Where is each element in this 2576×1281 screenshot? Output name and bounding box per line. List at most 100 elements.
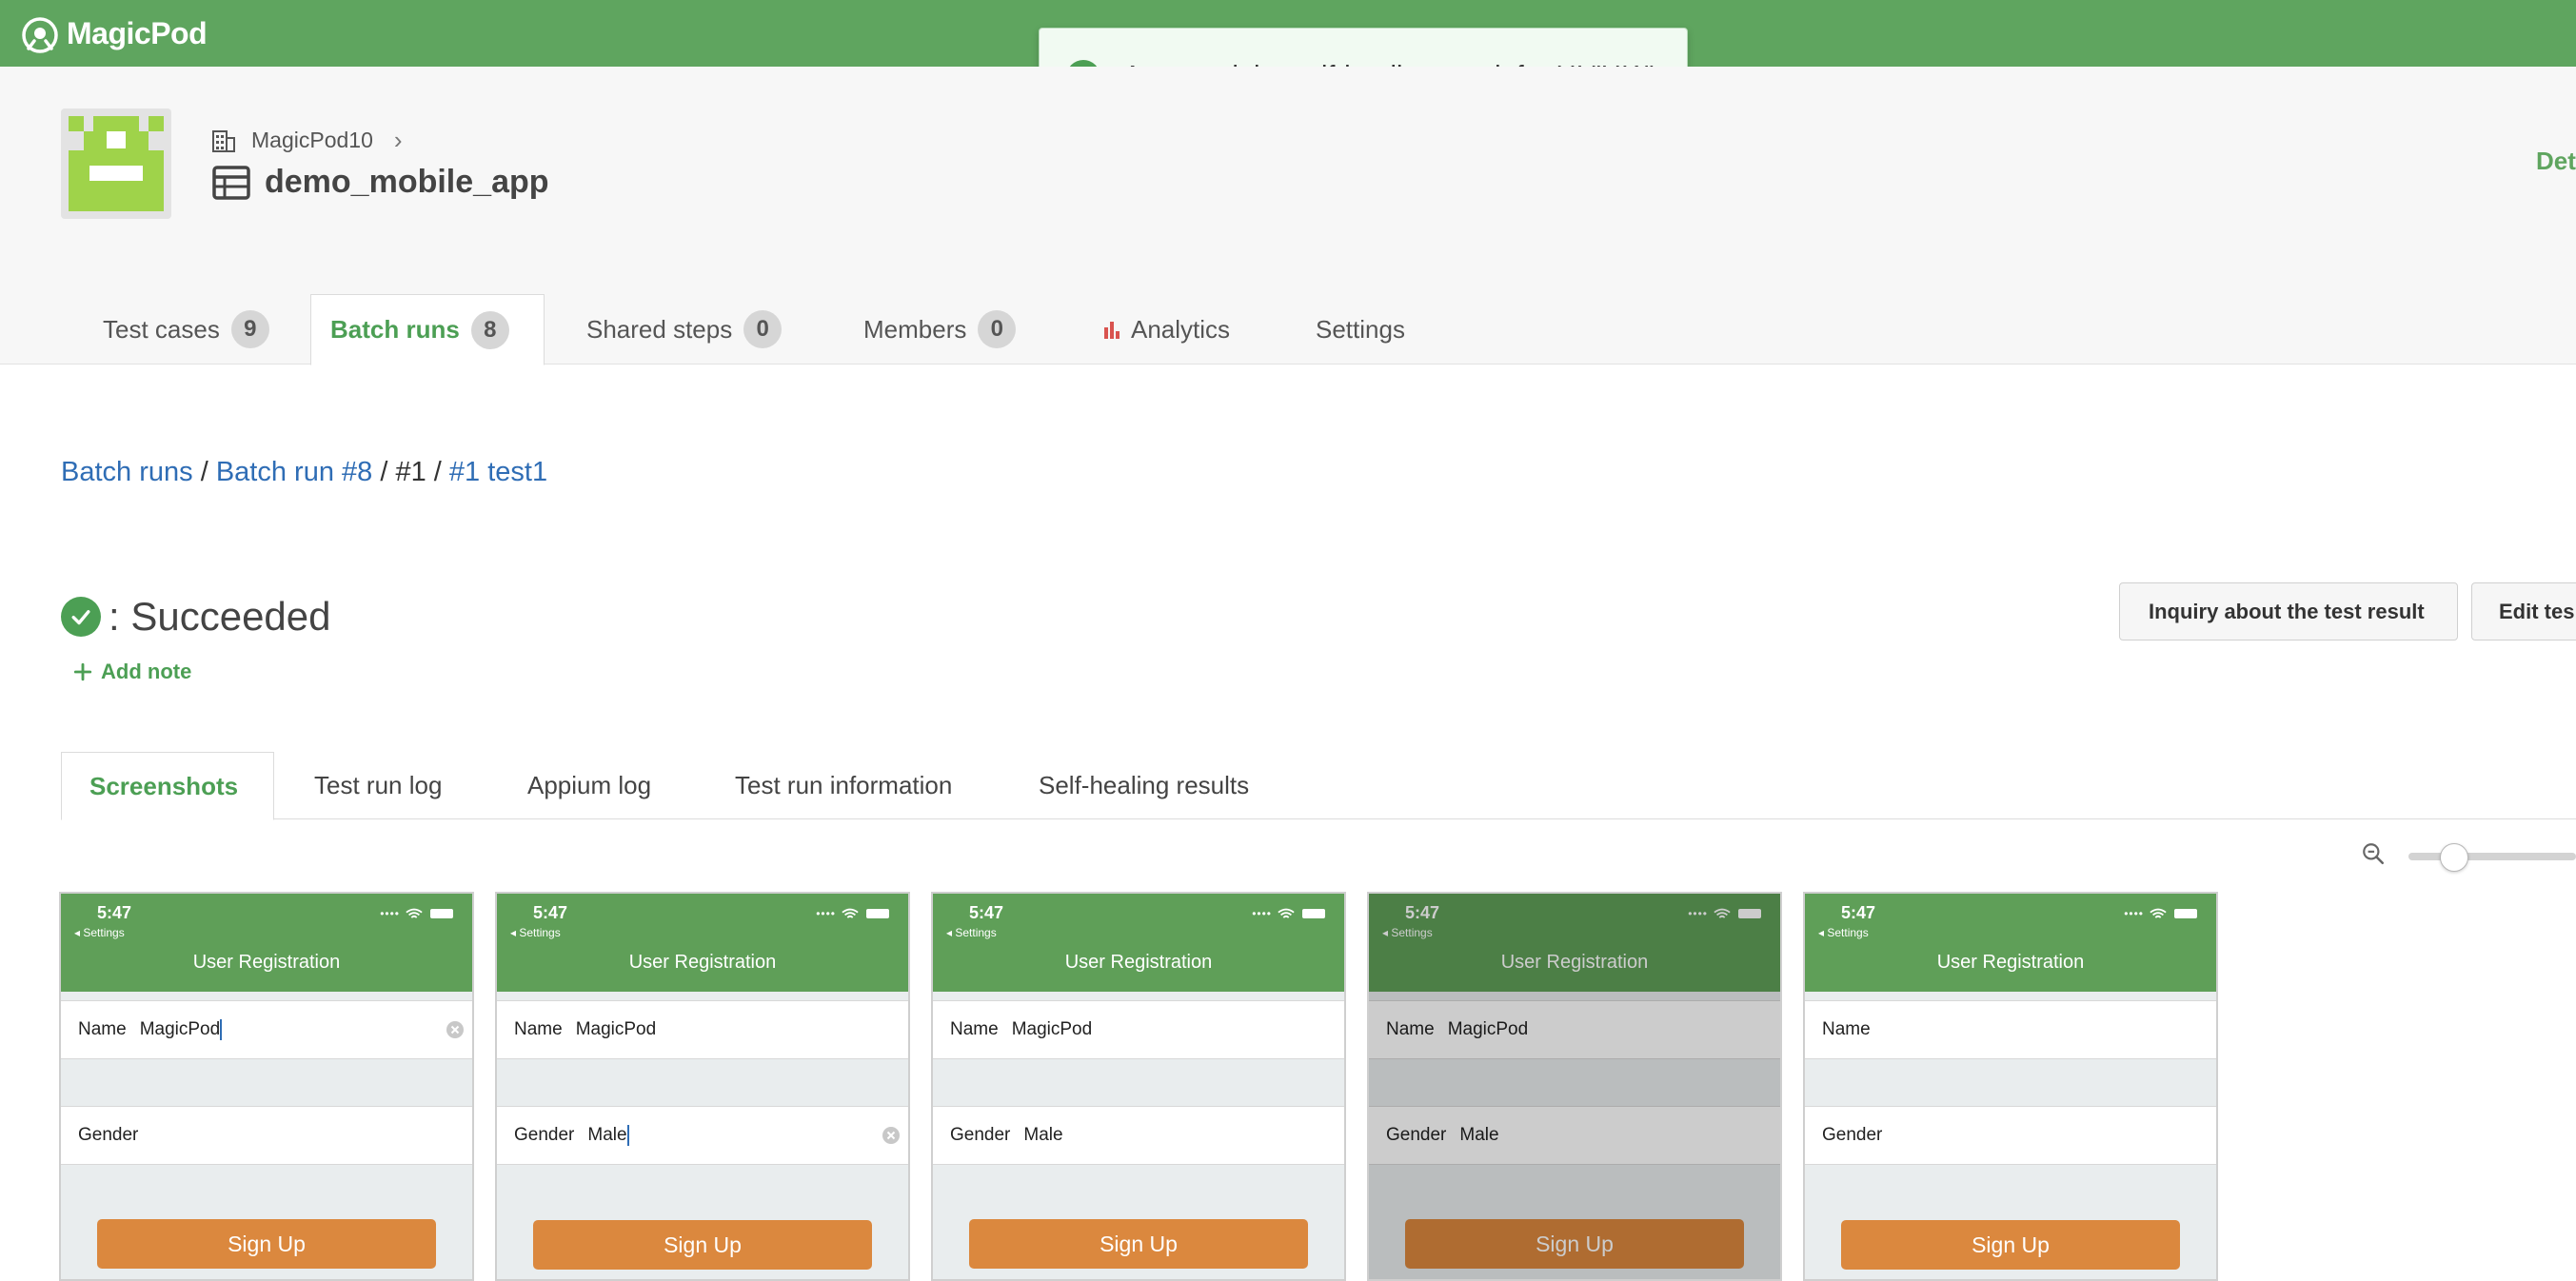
edit-test-button[interactable]: Edit tes bbox=[2471, 582, 2576, 640]
signal-icon: •••• bbox=[2124, 907, 2144, 920]
tab-label: Batch runs bbox=[330, 315, 460, 344]
breadcrumb-batch-runs[interactable]: Batch runs bbox=[61, 457, 193, 487]
add-note-label: Add note bbox=[101, 660, 192, 683]
tab-settings[interactable]: Settings bbox=[1297, 295, 1405, 364]
phone-nav-bar: 5:47 ◂ Settings •••• User Registration bbox=[933, 894, 1344, 992]
dimmed-overlay bbox=[1369, 894, 1780, 1279]
phone-screen-title: User Registration bbox=[1936, 952, 2085, 973]
tab-test-cases[interactable]: Test cases 9 bbox=[84, 295, 269, 364]
name-field: Name bbox=[1805, 1000, 2216, 1059]
org-name[interactable]: MagicPod10 bbox=[251, 128, 373, 153]
tab-label: Test run log bbox=[314, 771, 443, 799]
name-field: Name MagicPod bbox=[61, 1000, 472, 1059]
tab-self-healing-results[interactable]: Self-healing results bbox=[1039, 752, 1249, 819]
phone-back-label: ◂ Settings bbox=[510, 926, 561, 939]
gender-field: Gender Male bbox=[933, 1106, 1344, 1165]
zoom-slider-track[interactable] bbox=[2408, 853, 2576, 860]
clear-icon bbox=[446, 1021, 464, 1038]
details-link[interactable]: Det bbox=[2536, 147, 2576, 176]
breadcrumb-number: #1 bbox=[395, 457, 426, 487]
add-note-button[interactable]: Add note bbox=[72, 660, 191, 684]
phone-time: 5:47 bbox=[533, 903, 568, 922]
phone-time: 5:47 bbox=[97, 903, 132, 922]
count-badge: 0 bbox=[743, 310, 783, 348]
phone-status-icons: •••• bbox=[2124, 907, 2197, 920]
inquiry-label: Inquiry about the test result bbox=[2149, 599, 2425, 623]
phone-back-label: ◂ Settings bbox=[946, 926, 997, 939]
zoom-slider-handle[interactable] bbox=[2440, 843, 2468, 872]
screenshot-card[interactable]: 5:47 ◂ Settings •••• User Registration N… bbox=[931, 892, 1346, 1281]
tab-label: Members bbox=[863, 314, 967, 344]
field-label: Gender bbox=[1822, 1125, 1883, 1145]
field-label: Gender bbox=[950, 1125, 1011, 1145]
phone-time: 5:47 bbox=[969, 903, 1004, 922]
phone-status-icons: •••• bbox=[1252, 907, 1325, 920]
clear-icon bbox=[882, 1127, 900, 1144]
count-badge: 0 bbox=[978, 310, 1017, 348]
phone-back-label: ◂ Settings bbox=[1818, 926, 1869, 939]
screenshot-card[interactable]: 5:47 ◂ Settings •••• User Registration N… bbox=[1367, 892, 1782, 1281]
tab-label: Appium log bbox=[527, 771, 652, 799]
field-label: Name bbox=[950, 1019, 999, 1039]
building-icon bbox=[212, 129, 235, 152]
phone-nav-bar: 5:47 ◂ Settings •••• User Registration bbox=[61, 894, 472, 992]
breadcrumb-separator: / bbox=[380, 457, 388, 487]
phone-status-icons: •••• bbox=[816, 907, 889, 920]
inquiry-button[interactable]: Inquiry about the test result bbox=[2119, 582, 2458, 640]
tab-label: Screenshots bbox=[89, 771, 239, 800]
field-label: Name bbox=[1822, 1019, 1871, 1039]
phone-screen-title: User Registration bbox=[628, 952, 777, 973]
sign-up-button: Sign Up bbox=[533, 1220, 872, 1270]
zoom-out-button[interactable] bbox=[2361, 841, 2386, 866]
signal-icon: •••• bbox=[1252, 907, 1272, 920]
tab-test-run-log[interactable]: Test run log bbox=[314, 752, 442, 819]
gender-field: Gender Male bbox=[497, 1106, 908, 1165]
wifi-icon bbox=[842, 908, 859, 918]
field-label: Gender bbox=[78, 1125, 139, 1145]
tab-label: Self-healing results bbox=[1039, 771, 1250, 799]
screenshot-card[interactable]: 5:47 ◂ Settings •••• User Registration N… bbox=[59, 892, 474, 1281]
status-text: : Succeeded bbox=[109, 594, 331, 639]
tab-members[interactable]: Members 0 bbox=[844, 295, 1017, 364]
tab-test-run-information[interactable]: Test run information bbox=[735, 752, 952, 819]
zoom-out-icon bbox=[2363, 843, 2385, 865]
phone-screen-title: User Registration bbox=[1064, 952, 1213, 973]
text-caret bbox=[220, 1019, 223, 1040]
breadcrumb: Batch runs / Batch run #8 / #1 / #1 test… bbox=[61, 457, 547, 488]
battery-icon bbox=[430, 909, 453, 918]
wifi-icon bbox=[1278, 908, 1295, 918]
screenshot-card[interactable]: 5:47 ◂ Settings •••• User Registration N… bbox=[1803, 892, 2218, 1281]
text-caret bbox=[626, 1125, 629, 1146]
screenshot-card[interactable]: 5:47 ◂ Settings •••• User Registration N… bbox=[495, 892, 910, 1281]
project-name: demo_mobile_app bbox=[265, 164, 549, 200]
org-breadcrumb[interactable]: MagicPod10 › bbox=[211, 126, 403, 155]
field-label: Name bbox=[514, 1019, 563, 1039]
field-value: Male bbox=[587, 1125, 627, 1145]
breadcrumb-batch-run[interactable]: Batch run #8 bbox=[216, 457, 372, 487]
gender-field: Gender bbox=[61, 1106, 472, 1165]
tab-label: Analytics bbox=[1131, 314, 1231, 344]
phone-nav-bar: 5:47 ◂ Settings •••• User Registration bbox=[1805, 894, 2216, 992]
phone-time: 5:47 bbox=[1841, 903, 1876, 922]
tab-label: Shared steps bbox=[586, 314, 733, 344]
name-field: Name MagicPod bbox=[497, 1000, 908, 1059]
tab-label: Test cases bbox=[103, 314, 220, 344]
tab-label: Settings bbox=[1316, 314, 1405, 344]
breadcrumb-test[interactable]: #1 test1 bbox=[449, 457, 547, 487]
magicpod-logo-icon bbox=[22, 17, 58, 53]
check-circle-icon bbox=[61, 597, 101, 637]
breadcrumb-separator: / bbox=[200, 457, 208, 487]
app-name: MagicPod bbox=[67, 15, 208, 50]
plus-icon bbox=[73, 662, 92, 681]
battery-icon bbox=[866, 909, 889, 918]
magicpod-logo[interactable]: MagicPod bbox=[19, 10, 208, 57]
tab-analytics[interactable]: Analytics bbox=[1083, 295, 1230, 364]
tab-batch-runs[interactable]: Batch runs 8 bbox=[310, 294, 545, 365]
tab-screenshots[interactable]: Screenshots bbox=[61, 752, 274, 820]
tab-shared-steps[interactable]: Shared steps 0 bbox=[567, 295, 783, 364]
battery-icon bbox=[2174, 909, 2197, 918]
table-icon bbox=[212, 165, 250, 200]
field-value: Male bbox=[1023, 1125, 1063, 1145]
tab-appium-log[interactable]: Appium log bbox=[527, 752, 651, 819]
field-value: MagicPod bbox=[1011, 1019, 1093, 1039]
